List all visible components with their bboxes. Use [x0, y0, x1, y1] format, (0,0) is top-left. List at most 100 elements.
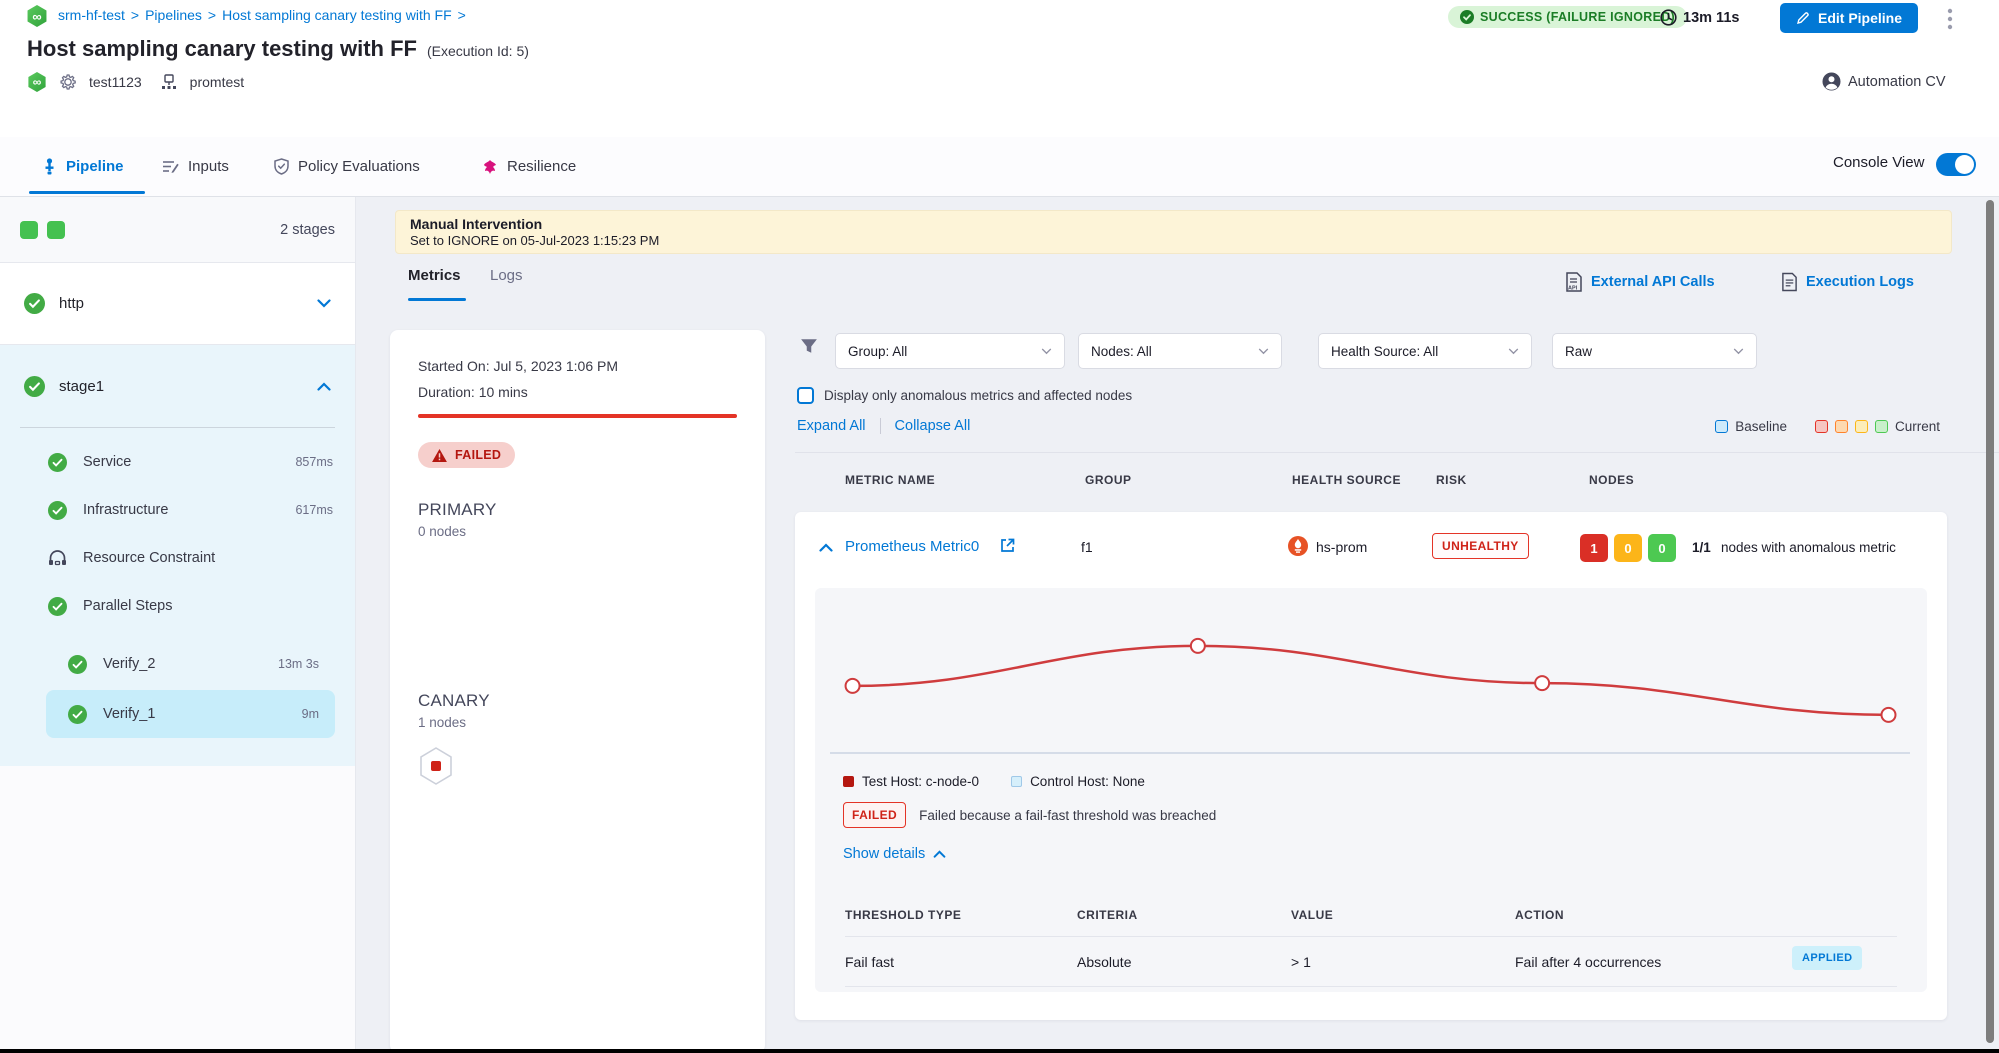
edit-pipeline-button[interactable]: Edit Pipeline — [1780, 3, 1918, 33]
analysis-failed-badge: FAILED — [843, 802, 906, 828]
tab-inputs[interactable]: Inputs — [162, 137, 229, 196]
chevron-down-icon[interactable] — [317, 299, 331, 308]
metrics-tab-underline — [408, 298, 466, 301]
gear-icon[interactable] — [59, 73, 77, 91]
collapse-metric-chevron-icon[interactable] — [819, 543, 833, 552]
test-host-label: Test Host: c-node-0 — [862, 774, 979, 789]
execution-logs-link[interactable]: Execution Logs — [1781, 272, 1914, 292]
metric-group-cell: f1 — [1081, 539, 1093, 555]
service-tag[interactable]: test1123 — [89, 74, 142, 90]
sidebar-step-verify-1[interactable]: Verify_1 9m — [46, 690, 335, 738]
divider — [795, 452, 1999, 453]
chevron-down-icon — [1733, 348, 1744, 355]
test-host-swatch — [843, 776, 854, 787]
console-view-toggle[interactable] — [1936, 153, 1976, 176]
metric-name-link[interactable]: Prometheus Metric0 — [845, 538, 979, 555]
anomalous-only-checkbox[interactable] — [797, 387, 814, 404]
metric-chart[interactable] — [830, 602, 1910, 762]
external-link-icon[interactable] — [1000, 538, 1015, 553]
applied-badge: APPLIED — [1792, 946, 1862, 970]
col-nodes: NODES — [1589, 473, 1634, 487]
canary-label: CANARY — [418, 691, 737, 711]
sidebar-step-verify-2[interactable]: Verify_2 13m 3s — [46, 640, 335, 688]
primary-node-count: 0 nodes — [418, 524, 737, 539]
node-count-green-chip: 0 — [1648, 534, 1676, 562]
success-check-icon — [24, 376, 45, 397]
chevron-down-icon — [1041, 348, 1052, 355]
current-yellow-swatch — [1855, 420, 1868, 433]
sidebar-step-service[interactable]: Service 857ms — [0, 438, 355, 486]
srm-hexagon-icon: ∞ — [27, 72, 47, 92]
value-cell: > 1 — [1291, 954, 1311, 970]
canary-node-count: 1 nodes — [418, 715, 737, 730]
breadcrumb-separator: > — [458, 7, 466, 23]
main-content: Manual Intervention Set to IGNORE on 05-… — [356, 197, 1999, 1053]
breadcrumb-page[interactable]: Host sampling canary testing with FF — [222, 7, 452, 23]
risk-badge: UNHEALTHY — [1432, 533, 1529, 559]
chevron-down-icon — [1508, 348, 1519, 355]
sidebar-stage-http[interactable]: http — [0, 263, 355, 345]
success-check-icon — [48, 597, 67, 616]
active-tab-underline — [29, 191, 145, 194]
tab-logs[interactable]: Logs — [490, 267, 523, 284]
clock-icon — [1660, 9, 1677, 26]
breadcrumb-project[interactable]: srm-hf-test — [58, 7, 125, 23]
stage-counter: 2 stages — [0, 197, 355, 263]
success-check-icon — [48, 501, 67, 520]
tab-policy-evaluations[interactable]: Policy Evaluations — [274, 137, 420, 196]
canary-node-hexagon[interactable] — [418, 746, 737, 786]
expand-all-link[interactable]: Expand All — [797, 418, 866, 434]
execution-sidebar: 2 stages http stage1 Service 857ms Infra… — [0, 197, 356, 1053]
environment-tag[interactable]: promtest — [190, 74, 244, 90]
divider — [880, 418, 881, 434]
filter-icon[interactable] — [800, 338, 818, 355]
collapse-all-link[interactable]: Collapse All — [895, 418, 971, 434]
show-details-link[interactable]: Show details — [843, 846, 946, 862]
nodes-ratio: 1/1 — [1692, 540, 1711, 555]
user-label: Automation CV — [1822, 72, 1946, 91]
failed-reason: Failed because a fail-fast threshold was… — [919, 808, 1216, 823]
sidebar-step-resource-constraint[interactable]: Resource Constraint — [0, 534, 355, 582]
col-threshold-type: THRESHOLD TYPE — [845, 908, 961, 922]
verification-status-badge: FAILED — [418, 442, 515, 468]
tab-metrics[interactable]: Metrics — [408, 267, 461, 284]
sidebar-stage-stage1[interactable]: stage1 — [0, 345, 355, 427]
col-health-source: HEALTH SOURCE — [1292, 473, 1401, 487]
vertical-scrollbar[interactable] — [1986, 200, 1994, 1043]
chevron-up-icon[interactable] — [317, 382, 331, 391]
success-check-icon — [68, 655, 87, 674]
current-legend-label: Current — [1895, 419, 1940, 434]
user-icon — [1822, 72, 1841, 91]
data-mode-dropdown[interactable]: Raw — [1552, 333, 1757, 369]
metric-row-card: Prometheus Metric0 f1 hs-prom UNHEALTHY … — [795, 512, 1947, 1020]
main-tabbar: Pipeline Inputs Policy Evaluations Resil… — [0, 137, 1999, 197]
started-on: Started On: Jul 5, 2023 1:06 PM — [418, 358, 737, 374]
nodes-filter-dropdown[interactable]: Nodes: All — [1078, 333, 1282, 369]
chevron-up-icon — [933, 850, 946, 858]
duration: Duration: 10 mins — [418, 384, 737, 400]
tab-pipeline[interactable]: Pipeline — [42, 137, 124, 196]
pencil-icon — [1796, 11, 1810, 25]
chart-color-legend: Baseline Current — [1715, 419, 1940, 434]
external-api-calls-link[interactable]: API External API Calls — [1565, 272, 1715, 292]
resource-constraint-icon — [48, 550, 67, 566]
breadcrumb-pipelines[interactable]: Pipelines — [145, 7, 202, 23]
col-metric-name: METRIC NAME — [845, 473, 935, 487]
tab-resilience[interactable]: Resilience — [482, 137, 576, 196]
divider — [20, 427, 335, 428]
breadcrumb-separator: > — [131, 7, 139, 23]
status-badge: SUCCESS (FAILURE IGNORED) — [1448, 6, 1687, 29]
stage-count: 2 stages — [280, 222, 335, 238]
check-circle-icon — [1460, 10, 1474, 24]
node-count-yellow-chip: 0 — [1614, 534, 1642, 562]
stage-square-icon — [20, 221, 38, 239]
sidebar-step-parallel-steps[interactable]: Parallel Steps — [0, 582, 355, 630]
sidebar-step-infrastructure[interactable]: Infrastructure 617ms — [0, 486, 355, 534]
svg-text:API: API — [1568, 286, 1578, 292]
col-action: ACTION — [1515, 908, 1564, 922]
more-options-icon[interactable] — [1947, 8, 1953, 30]
stage-square-icon — [47, 221, 65, 239]
primary-label: PRIMARY — [418, 500, 737, 520]
health-source-filter-dropdown[interactable]: Health Source: All — [1318, 333, 1532, 369]
group-filter-dropdown[interactable]: Group: All — [835, 333, 1065, 369]
